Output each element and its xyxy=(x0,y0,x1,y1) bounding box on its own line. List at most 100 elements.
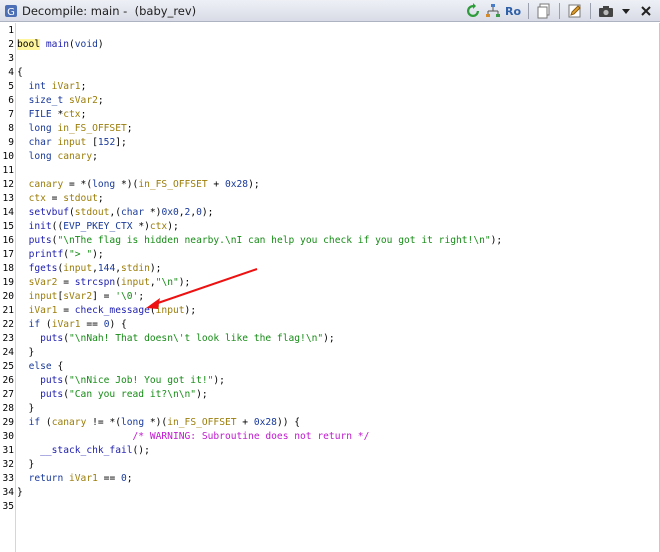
code-token[interactable]: __stack_chk_fail xyxy=(40,445,132,456)
code-token[interactable] xyxy=(17,235,29,246)
code-token[interactable]: canary xyxy=(29,179,64,190)
code-line[interactable]: init((EVP_PKEY_CTX *)ctx); xyxy=(17,220,179,234)
code-token[interactable]: } xyxy=(17,403,35,414)
code-token[interactable]: )) { xyxy=(277,417,300,428)
code-token[interactable]: { xyxy=(52,361,63,372)
code-token[interactable]: in_FS_OFFSET xyxy=(167,417,236,428)
code-line[interactable]: } xyxy=(17,346,35,360)
code-token[interactable] xyxy=(17,445,40,456)
code-token[interactable]: ctx xyxy=(150,221,167,232)
code-line[interactable]: puts("\nThe flag is hidden nearby.\nI ca… xyxy=(17,234,503,248)
code-token[interactable]: iVar1 xyxy=(52,81,81,92)
code-token[interactable]: /* WARNING: Subroutine does not return *… xyxy=(133,431,370,442)
code-token[interactable]: ; xyxy=(127,123,133,134)
code-token[interactable]: (); xyxy=(133,445,150,456)
code-token[interactable]: char xyxy=(29,137,52,148)
code-token[interactable]: ctx xyxy=(63,109,80,120)
code-token[interactable]: puts xyxy=(29,235,52,246)
edit-icon[interactable] xyxy=(565,1,585,21)
code-line[interactable]: } xyxy=(17,458,35,472)
code-token[interactable]: input xyxy=(156,305,185,316)
code-token[interactable]: == xyxy=(98,473,121,484)
code-token[interactable] xyxy=(17,277,29,288)
code-token[interactable]: long xyxy=(29,123,52,134)
code-token[interactable]: *)( xyxy=(144,417,167,428)
code-line[interactable]: puts("\nNah! That doesn\'t look like the… xyxy=(17,332,335,346)
code-token[interactable]: main xyxy=(46,39,69,50)
code-token[interactable]: puts xyxy=(40,375,63,386)
code-token[interactable] xyxy=(17,193,29,204)
code-token[interactable]: ); xyxy=(185,305,197,316)
code-token[interactable] xyxy=(17,319,29,330)
code-token[interactable]: canary xyxy=(52,417,87,428)
code-token[interactable]: input xyxy=(63,263,92,274)
code-token[interactable] xyxy=(17,417,29,428)
window-titlebar[interactable]: G Decompile: main - (baby_rev) Ro xyxy=(0,0,660,22)
ro-icon[interactable]: Ro xyxy=(503,1,523,21)
code-line[interactable]: FILE *ctx; xyxy=(17,108,87,122)
code-token[interactable]: puts xyxy=(40,333,63,344)
code-line[interactable]: __stack_chk_fail(); xyxy=(17,444,150,458)
code-token[interactable] xyxy=(17,221,29,232)
code-token[interactable]: check_message xyxy=(75,305,150,316)
code-token[interactable]: ( xyxy=(40,319,52,330)
code-line[interactable]: puts("\nNice Job! You got it!"); xyxy=(17,374,225,388)
code-token[interactable]: ) { xyxy=(109,319,126,330)
code-token[interactable] xyxy=(17,137,29,148)
copy-icon[interactable] xyxy=(534,1,554,21)
code-line[interactable]: long canary; xyxy=(17,150,98,164)
code-token[interactable]: sVar2 xyxy=(69,95,98,106)
code-token[interactable]: ; xyxy=(81,109,87,120)
code-token[interactable]: long xyxy=(92,179,115,190)
code-line[interactable]: if (canary != *(long *)(in_FS_OFFSET + 0… xyxy=(17,416,301,430)
close-icon[interactable] xyxy=(636,1,656,21)
code-token[interactable]: + xyxy=(237,417,254,428)
code-token[interactable]: = xyxy=(46,193,63,204)
code-token[interactable] xyxy=(17,207,29,218)
code-token[interactable] xyxy=(17,333,40,344)
code-token[interactable]: stdout xyxy=(75,207,110,218)
code-token[interactable]: input xyxy=(57,137,86,148)
code-token[interactable]: else xyxy=(29,361,52,372)
code-line[interactable]: else { xyxy=(17,360,64,374)
code-token[interactable]: in_FS_OFFSET xyxy=(57,123,126,134)
code-token[interactable]: long xyxy=(121,417,144,428)
code-token[interactable]: input xyxy=(29,291,58,302)
code-line[interactable]: if (iVar1 == 0) { xyxy=(17,318,127,332)
code-token[interactable]: ); xyxy=(491,235,503,246)
code-token[interactable]: ); xyxy=(196,389,208,400)
code-token[interactable]: } xyxy=(17,347,35,358)
decompiler-code-view[interactable]: 1 2 3 4 5 6 7 8 9 10 11 12 13 14 15 16 17 18 19 20 21 22 23 24 2… xyxy=(0,23,660,552)
code-token[interactable]: strcspn xyxy=(75,277,115,288)
code-token[interactable] xyxy=(17,291,29,302)
code-token[interactable]: = xyxy=(57,305,74,316)
code-token[interactable]: iVar1 xyxy=(52,319,81,330)
code-token[interactable]: != *( xyxy=(86,417,121,428)
code-line[interactable]: } xyxy=(17,402,35,416)
code-token[interactable]: ); xyxy=(202,207,214,218)
code-token[interactable]: "\nNice Job! You got it!" xyxy=(69,375,213,386)
code-token[interactable]: sVar2 xyxy=(29,277,58,288)
code-token[interactable]: } xyxy=(17,459,35,470)
code-line[interactable]: int iVar1; xyxy=(17,80,87,94)
code-token[interactable]: EVP_PKEY_CTX xyxy=(63,221,132,232)
code-token[interactable]: long xyxy=(29,151,52,162)
code-line[interactable]: iVar1 = check_message(input); xyxy=(17,304,197,318)
code-token[interactable]: 152 xyxy=(98,137,115,148)
code-token[interactable] xyxy=(17,305,29,316)
code-token[interactable] xyxy=(17,431,133,442)
code-token[interactable]: * xyxy=(52,109,63,120)
code-token[interactable]: int xyxy=(29,81,46,92)
code-token[interactable]: 0x0 xyxy=(161,207,178,218)
code-token[interactable]: ); xyxy=(150,263,162,274)
code-token[interactable]: ); xyxy=(167,221,179,232)
code-token[interactable]: ( xyxy=(40,417,52,428)
code-token[interactable]: (( xyxy=(52,221,64,232)
graph-icon[interactable] xyxy=(483,1,503,21)
code-token[interactable]: ); xyxy=(179,277,191,288)
code-token[interactable] xyxy=(17,473,29,484)
code-token[interactable]: ); xyxy=(92,249,104,260)
code-token[interactable]: if xyxy=(29,319,41,330)
code-token[interactable]: '\0' xyxy=(115,291,138,302)
refresh-icon[interactable] xyxy=(463,1,483,21)
